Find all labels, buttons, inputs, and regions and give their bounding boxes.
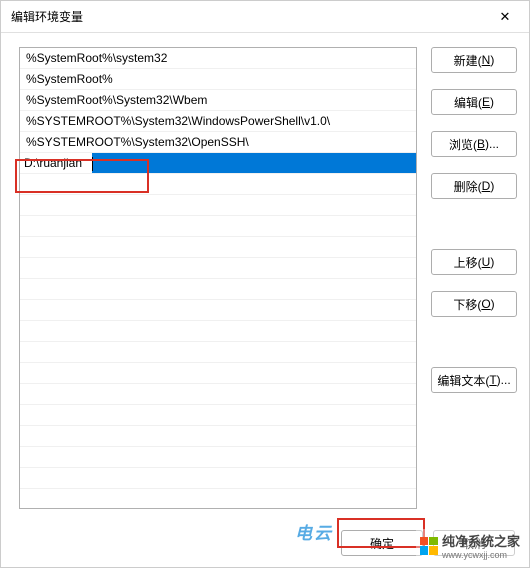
- titlebar: 编辑环境变量 ✕: [1, 1, 529, 33]
- watermark-text: 纯净系统之家: [442, 531, 520, 550]
- ok-button[interactable]: 确定: [341, 530, 423, 556]
- movedown-button[interactable]: 下移(O): [431, 291, 517, 317]
- close-button[interactable]: ✕: [489, 3, 521, 31]
- watermark-left: 电云: [295, 519, 333, 544]
- list-item[interactable]: %SYSTEMROOT%\System32\WindowsPowerShell\…: [20, 111, 416, 132]
- text-caret: [92, 157, 93, 171]
- browse-button[interactable]: 浏览(B)...: [431, 131, 517, 157]
- edittext-button[interactable]: 编辑文本(T)...: [431, 367, 517, 393]
- list-item[interactable]: %SystemRoot%\system32: [20, 48, 416, 69]
- dialog-title: 编辑环境变量: [11, 8, 83, 25]
- button-column: 新建(N) 编辑(E) 浏览(B)... 删除(D) 上移(U) 下移(O): [431, 47, 517, 509]
- new-button[interactable]: 新建(N): [431, 47, 517, 73]
- env-var-dialog: 编辑环境变量 ✕ %SystemRoot%\system32 %SystemRo…: [0, 0, 530, 568]
- list-empty-area[interactable]: [20, 174, 416, 508]
- watermark-url: www.ycwxjj.com: [442, 550, 520, 560]
- watermark-right: 纯净系统之家 www.ycwxjj.com: [416, 529, 524, 562]
- close-icon: ✕: [500, 9, 511, 25]
- list-item[interactable]: %SYSTEMROOT%\System32\OpenSSH\: [20, 132, 416, 153]
- moveup-button[interactable]: 上移(U): [431, 249, 517, 275]
- path-list[interactable]: %SystemRoot%\system32 %SystemRoot% %Syst…: [19, 47, 417, 509]
- content-area: %SystemRoot%\system32 %SystemRoot% %Syst…: [1, 33, 529, 519]
- delete-button[interactable]: 删除(D): [431, 173, 517, 199]
- path-edit-input[interactable]: [20, 153, 92, 173]
- list-item[interactable]: %SystemRoot%\System32\Wbem: [20, 90, 416, 111]
- edit-button[interactable]: 编辑(E): [431, 89, 517, 115]
- windows-logo-icon: [420, 537, 438, 555]
- list-item-editing[interactable]: [20, 153, 416, 174]
- list-item[interactable]: %SystemRoot%: [20, 69, 416, 90]
